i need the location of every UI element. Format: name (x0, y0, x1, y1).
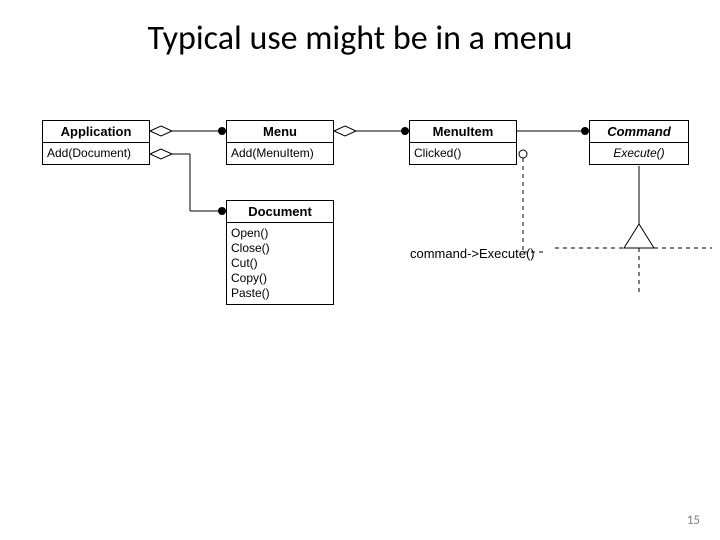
assoc-application-menu (150, 126, 226, 136)
doc-op-copy: Copy() (231, 271, 329, 286)
doc-op-open: Open() (231, 226, 329, 241)
class-menuitem: MenuItem Clicked() (409, 120, 517, 165)
doc-op-cut: Cut() (231, 256, 329, 271)
class-application: Application Add(Document) (42, 120, 150, 165)
note-command-execute: command->Execute() (410, 246, 535, 261)
slide-title: Typical use might be in a menu (0, 18, 720, 59)
assoc-menuitem-command (517, 127, 589, 135)
diagram-connectors (0, 0, 720, 540)
class-menu-ops: Add(MenuItem) (227, 143, 333, 164)
class-menuitem-ops: Clicked() (410, 143, 516, 164)
class-command: Command Execute() (589, 120, 689, 165)
class-application-ops: Add(Document) (43, 143, 149, 164)
page-number: 15 (687, 513, 700, 528)
class-menu: Menu Add(MenuItem) (226, 120, 334, 165)
inherit-command (555, 166, 712, 292)
class-menu-name: Menu (227, 121, 333, 143)
class-application-name: Application (43, 121, 149, 143)
class-document-name: Document (227, 201, 333, 223)
class-command-name: Command (590, 121, 688, 143)
link-clicked-note (519, 150, 545, 252)
doc-op-close: Close() (231, 241, 329, 256)
class-command-ops: Execute() (590, 143, 688, 164)
doc-op-paste: Paste() (231, 286, 329, 301)
class-document-ops: Open() Close() Cut() Copy() Paste() (227, 223, 333, 304)
class-menuitem-name: MenuItem (410, 121, 516, 143)
assoc-menu-menuitem (334, 126, 409, 136)
class-document: Document Open() Close() Cut() Copy() Pas… (226, 200, 334, 305)
assoc-application-document (150, 149, 226, 215)
